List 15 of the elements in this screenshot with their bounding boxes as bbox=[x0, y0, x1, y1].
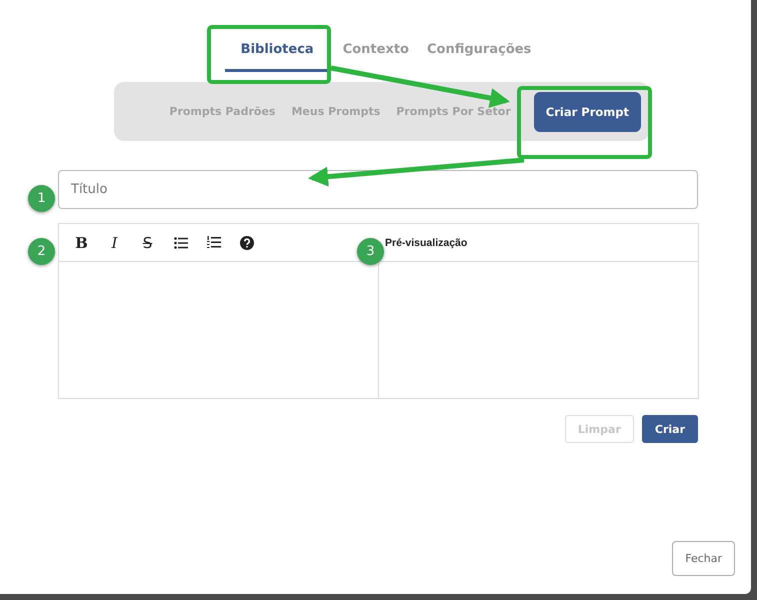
action-button[interactable]: Criar bbox=[642, 415, 698, 443]
close-button[interactable]: Fechar bbox=[672, 541, 735, 576]
tab[interactable]: Biblioteca bbox=[224, 34, 330, 72]
strike-button[interactable]: S bbox=[131, 228, 164, 258]
italic-button[interactable]: I bbox=[98, 228, 131, 258]
bold-button[interactable]: B bbox=[65, 228, 98, 258]
preview-label: Pré-visualização bbox=[385, 236, 468, 248]
step-badge: 3 bbox=[357, 238, 384, 265]
numbered-list-icon[interactable] bbox=[206, 236, 220, 249]
title-field[interactable]: Título bbox=[58, 170, 698, 209]
step-badge: 1 bbox=[28, 185, 55, 212]
create-prompt-button[interactable]: Criar Prompt bbox=[534, 92, 641, 132]
step-badge: 2 bbox=[28, 238, 55, 265]
help-icon[interactable] bbox=[240, 236, 254, 250]
bullet-list-icon[interactable] bbox=[174, 236, 188, 248]
